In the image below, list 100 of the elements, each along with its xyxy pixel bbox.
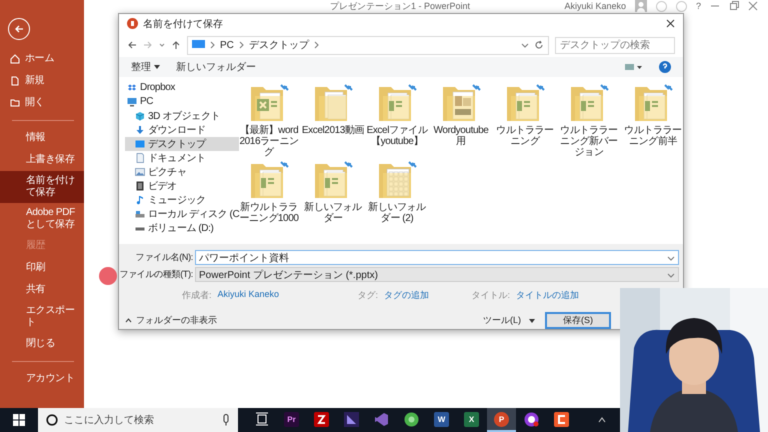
sidebar-item[interactable]: 開く bbox=[0, 92, 84, 114]
up-arrow-icon[interactable] bbox=[171, 40, 181, 50]
help-button[interactable]: ? bbox=[696, 1, 701, 11]
cube-icon bbox=[135, 110, 145, 121]
file-name-field[interactable]: パワーポイント資料 bbox=[195, 250, 679, 265]
path-segment[interactable]: デスクトップ bbox=[248, 38, 309, 52]
app-letter: W bbox=[438, 414, 446, 424]
nav-label: ボリューム (D:) bbox=[148, 222, 214, 235]
nav-item[interactable]: ローカル ディスク (C bbox=[125, 206, 240, 221]
folder-name: Excel2013動画 bbox=[302, 124, 364, 136]
nav-label: ビデオ bbox=[148, 180, 177, 193]
hide-folders-button[interactable]: フォルダーの非表示 bbox=[125, 314, 217, 327]
folder-item[interactable]: ウルトララーニング前半 bbox=[621, 82, 685, 158]
folder-item[interactable]: Wordyoutube用 bbox=[429, 82, 493, 158]
sidebar-item[interactable]: ホーム bbox=[0, 48, 84, 70]
folder-name: 新ウルトララーニング1000 bbox=[239, 202, 300, 224]
window-title: プレゼンテーション1 - PowerPoint bbox=[330, 0, 470, 12]
sidebar-item[interactable]: 上書き保存 bbox=[0, 149, 84, 171]
app-icon bbox=[344, 412, 359, 426]
nav-item[interactable]: PC bbox=[125, 94, 240, 109]
taskbar-app[interactable]: X bbox=[457, 408, 486, 432]
folder-item[interactable]: ウルトララーニング新バージョン bbox=[557, 82, 621, 158]
sidebar-item[interactable]: 名前を付けて保存 bbox=[0, 171, 84, 203]
nav-item[interactable]: ミュージック bbox=[125, 192, 240, 207]
help-icon[interactable] bbox=[659, 61, 671, 74]
sidebar-item[interactable]: 共有 bbox=[0, 279, 84, 301]
microphone-icon bbox=[222, 414, 230, 426]
taskbar-app[interactable]: P bbox=[487, 408, 516, 432]
sidebar-item[interactable]: 閉じる bbox=[0, 333, 84, 355]
taskbar-search[interactable]: ここに入力して検索 bbox=[38, 408, 238, 432]
chevron-right-icon bbox=[238, 41, 244, 50]
taskbar-app[interactable]: Pr bbox=[277, 408, 306, 432]
caret-icon bbox=[154, 65, 160, 70]
folder-name: 【最新】word2016ラーニング bbox=[238, 124, 300, 158]
restore-icon[interactable] bbox=[729, 1, 739, 11]
meta-link[interactable]: Akiyuki Kaneko bbox=[217, 288, 279, 302]
app-icon bbox=[404, 412, 419, 426]
field-label: ファイルの種類(T): bbox=[119, 268, 194, 281]
sidebar-item[interactable]: 新規 bbox=[0, 70, 84, 92]
meta-link[interactable]: タイトルの追加 bbox=[516, 288, 579, 302]
folder-name: ウルトララーニング前半 bbox=[623, 124, 683, 147]
address-bar[interactable]: PC デスクトップ bbox=[187, 36, 549, 55]
view-options-icon[interactable] bbox=[625, 63, 643, 72]
close-icon[interactable] bbox=[748, 1, 758, 11]
dropbox-icon bbox=[127, 82, 137, 93]
path-segment[interactable]: PC bbox=[220, 40, 234, 51]
nav-label: Dropbox bbox=[140, 82, 175, 94]
filezilla-icon bbox=[314, 412, 329, 426]
nav-item[interactable]: ピクチャ bbox=[125, 164, 240, 179]
chevron-down-icon bbox=[667, 270, 675, 278]
nav-item[interactable]: ダウンロード bbox=[125, 122, 240, 137]
organize-menu[interactable]: 整理 bbox=[131, 60, 160, 74]
nav-label: ミュージック bbox=[148, 194, 206, 207]
folder-item[interactable]: 【最新】word2016ラーニング bbox=[237, 82, 301, 158]
chevron-right-icon bbox=[210, 41, 215, 50]
sidebar-label: 開く bbox=[25, 97, 44, 109]
chevron-up-icon bbox=[125, 318, 132, 323]
meta-link[interactable]: タグの追加 bbox=[384, 288, 429, 302]
film-icon bbox=[135, 180, 145, 191]
nav-item[interactable]: 3D オブジェクト bbox=[125, 108, 240, 123]
nav-item[interactable]: Dropbox bbox=[125, 80, 240, 95]
tools-menu[interactable]: ツール(L) bbox=[483, 314, 535, 327]
sidebar-label: ホーム bbox=[25, 53, 54, 65]
task-view-icon bbox=[254, 412, 268, 426]
windows-icon bbox=[13, 414, 25, 426]
sidebar-item[interactable]: エクスポート bbox=[0, 301, 84, 333]
file-type-select[interactable]: PowerPoint プレゼンテーション (*.pptx) bbox=[195, 267, 679, 282]
home-icon bbox=[10, 54, 20, 64]
folder-item[interactable]: 新しいフォルダー bbox=[301, 160, 365, 224]
chevron-right-icon bbox=[314, 41, 319, 50]
refresh-icon[interactable] bbox=[534, 40, 544, 50]
search-field[interactable]: デスクトップの検索 bbox=[555, 36, 675, 54]
folder-item[interactable]: 新しいフォルダー (2) bbox=[365, 160, 429, 224]
meta-label: タイトル: bbox=[471, 288, 510, 302]
folder-icon bbox=[10, 98, 20, 108]
folder-name: ウルトララーニング新バージョン bbox=[559, 124, 619, 158]
sidebar-label: 新規 bbox=[25, 75, 44, 87]
chevron-down-icon[interactable] bbox=[521, 41, 529, 50]
save-button[interactable]: 保存(S) bbox=[545, 312, 611, 329]
nav-item[interactable]: デスクトップ bbox=[125, 136, 240, 151]
back-button[interactable] bbox=[8, 18, 30, 40]
folder-item[interactable]: Excelファイル【youtube】 bbox=[365, 82, 429, 158]
download-arrow-icon bbox=[135, 124, 145, 135]
chevron-up-icon[interactable] bbox=[598, 417, 606, 423]
sidebar-item[interactable]: 印刷 bbox=[0, 257, 84, 279]
close-icon bbox=[666, 19, 675, 28]
sidebar-item[interactable]: 情報 bbox=[0, 127, 84, 149]
nav-label: ピクチャ bbox=[148, 166, 186, 179]
document-icon bbox=[135, 152, 145, 163]
folder-item[interactable]: Excel2013動画 bbox=[301, 82, 365, 158]
back-arrow-icon[interactable] bbox=[127, 40, 137, 50]
taskbar-app[interactable]: W bbox=[427, 408, 456, 432]
nav-item[interactable]: ボリューム (D:) bbox=[125, 220, 240, 235]
new-folder-button[interactable]: 新しいフォルダー bbox=[176, 60, 256, 74]
music-note-icon bbox=[135, 194, 145, 205]
nav-item[interactable]: ドキュメント bbox=[125, 150, 240, 165]
folder-item[interactable]: ウルトララーニング bbox=[493, 82, 557, 158]
sidebar-item[interactable]: アカウント bbox=[0, 368, 84, 390]
nav-item[interactable]: ビデオ bbox=[125, 178, 240, 193]
sidebar-item[interactable]: Adobe PDF として保存 bbox=[0, 203, 84, 235]
